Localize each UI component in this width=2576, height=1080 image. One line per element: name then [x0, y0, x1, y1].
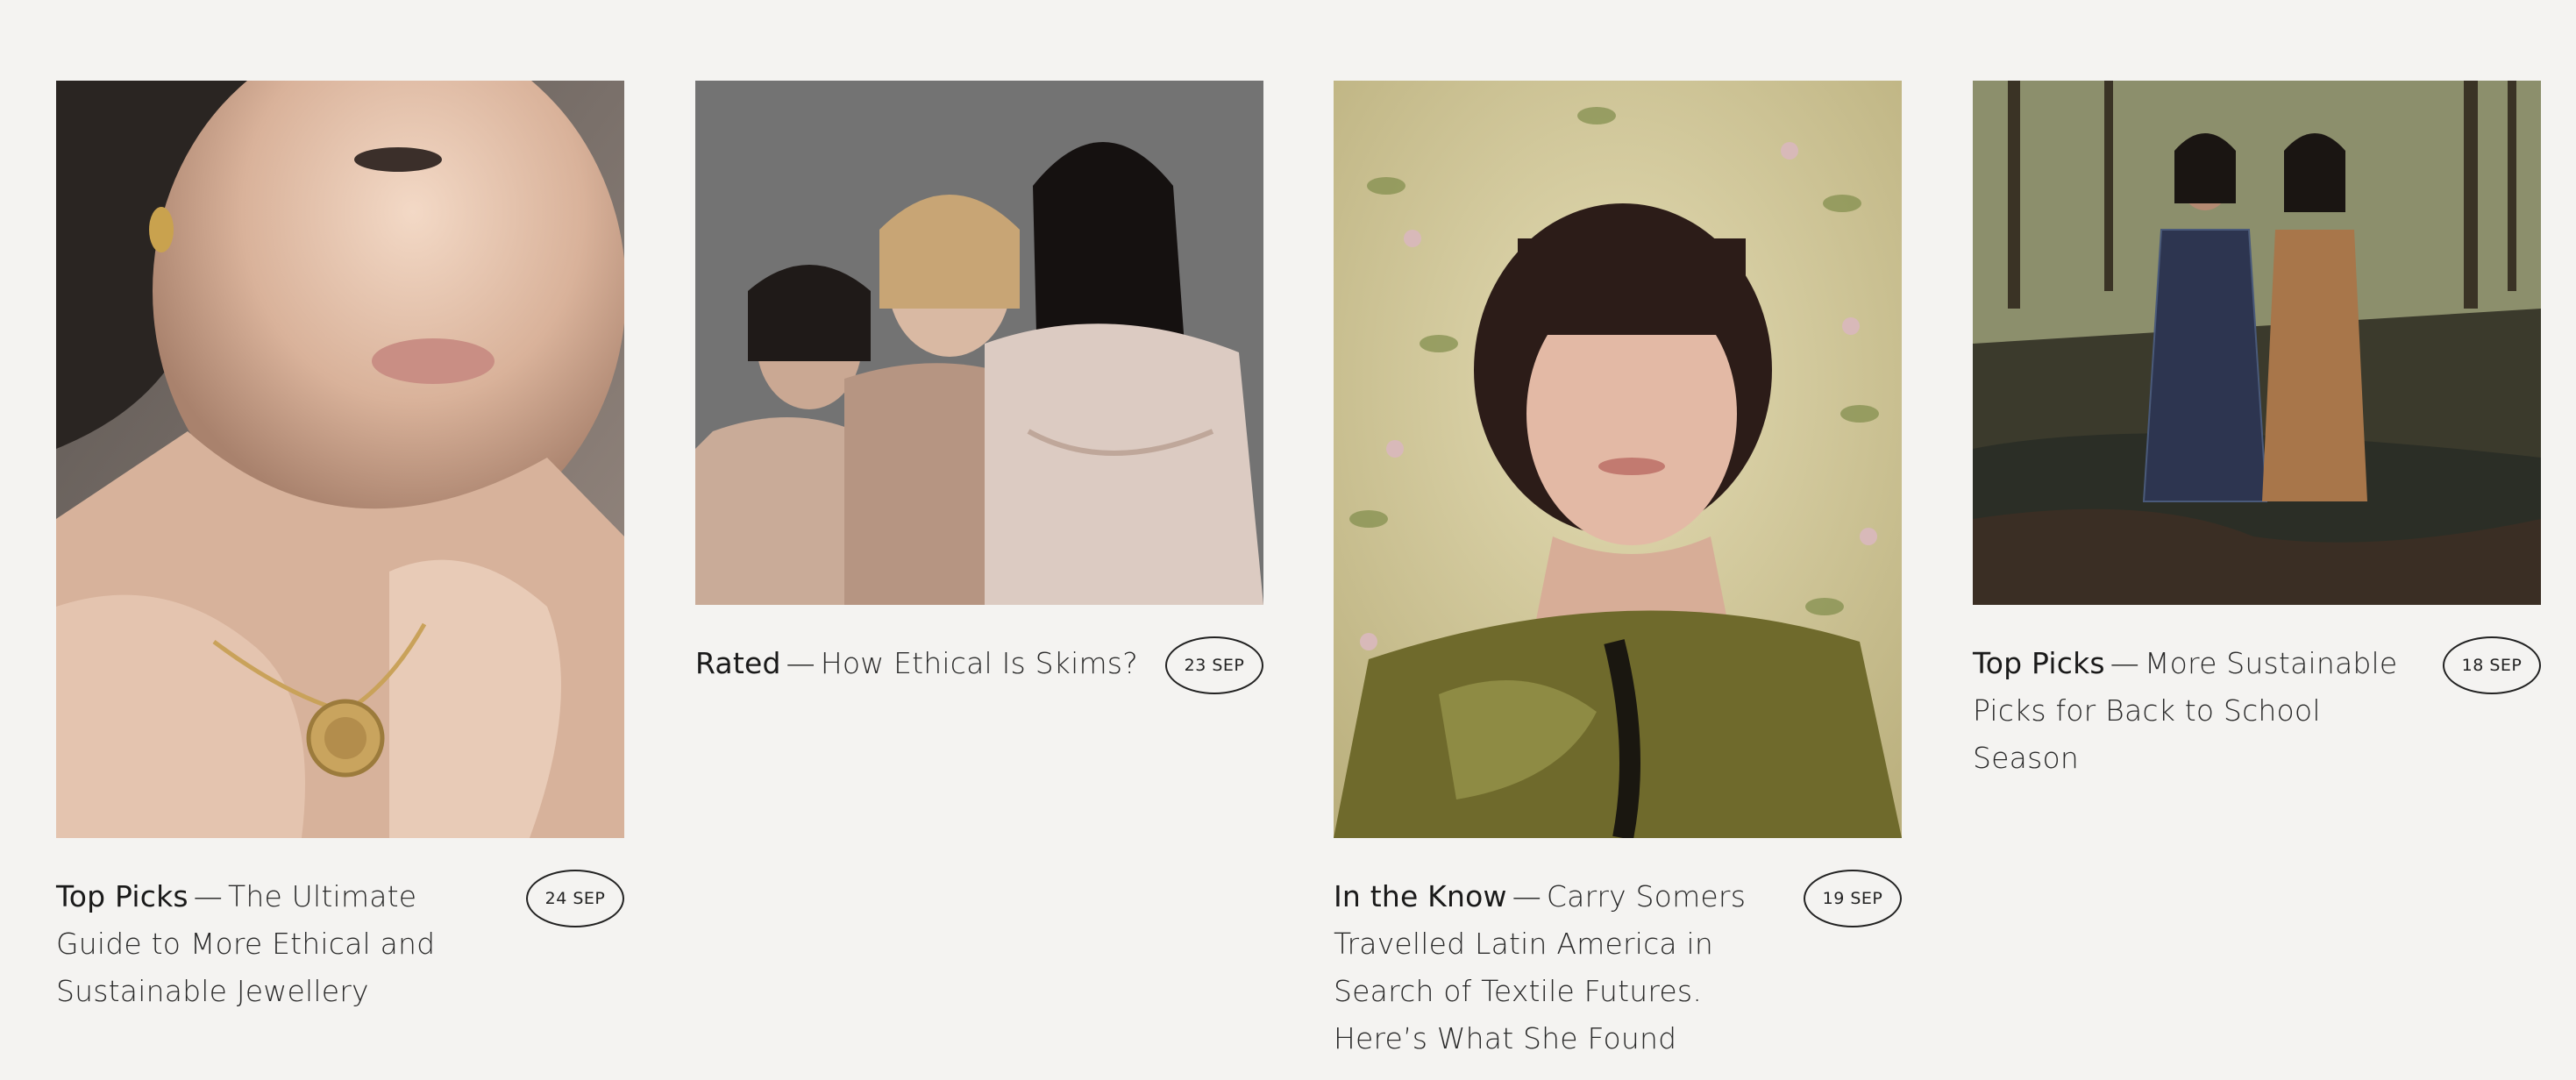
separator: —	[1512, 879, 1541, 913]
article-image	[1334, 81, 1902, 838]
article-category[interactable]: Rated	[695, 646, 781, 680]
separator: —	[2110, 646, 2139, 680]
article-headline[interactable]: Rated — How Ethical Is Skims?	[695, 640, 1149, 687]
article-meta: Top Picks — More Sustainable Picks for Bac…	[1973, 636, 2541, 782]
article-category[interactable]: Top Picks	[1973, 646, 2105, 680]
article-card[interactable]: Top Picks — More Sustainable Picks for Bac…	[1973, 81, 2541, 782]
article-grid: Top Picks — The Ultimate Guide to More Eth…	[0, 0, 2576, 1080]
article-card[interactable]: Rated — How Ethical Is Skims? 23 SEP	[695, 81, 1263, 710]
date-badge: 23 SEP	[1165, 636, 1263, 694]
article-meta: In the Know — Carry Somers Travelled Latin…	[1334, 870, 1902, 1062]
article-meta: Rated — How Ethical Is Skims? 23 SEP	[695, 636, 1263, 710]
article-title[interactable]: How Ethical Is Skims?	[821, 646, 1138, 680]
article-headline[interactable]: In the Know — Carry Somers Travelled Latin…	[1334, 873, 1788, 1062]
date-badge: 19 SEP	[1804, 870, 1902, 927]
article-image	[1973, 81, 2541, 605]
article-card[interactable]: Top Picks — The Ultimate Guide to More Eth…	[56, 81, 624, 1015]
article-card[interactable]: In the Know — Carry Somers Travelled Latin…	[1334, 81, 1902, 1062]
date-badge: 18 SEP	[2443, 636, 2541, 694]
article-image	[56, 81, 624, 838]
article-category[interactable]: In the Know	[1334, 879, 1507, 913]
article-image-link[interactable]	[695, 81, 1263, 605]
separator: —	[786, 646, 815, 680]
article-image-link[interactable]	[1973, 81, 2541, 605]
article-category[interactable]: Top Picks	[56, 879, 189, 913]
article-image-link[interactable]	[56, 81, 624, 838]
article-image	[695, 81, 1263, 605]
separator: —	[193, 879, 223, 913]
date-badge: 24 SEP	[526, 870, 624, 927]
article-meta: Top Picks — The Ultimate Guide to More Eth…	[56, 870, 624, 1015]
article-headline[interactable]: Top Picks — More Sustainable Picks for Bac…	[1973, 640, 2427, 782]
article-image-link[interactable]	[1334, 81, 1902, 838]
article-headline[interactable]: Top Picks — The Ultimate Guide to More Eth…	[56, 873, 510, 1015]
